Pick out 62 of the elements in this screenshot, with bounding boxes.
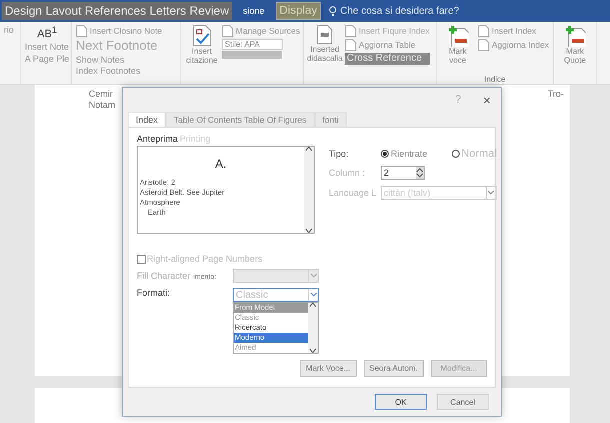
blurred-control [222, 51, 282, 60]
document-text: Notam [89, 100, 116, 110]
help-button[interactable]: ? [455, 94, 462, 106]
ribbon-label: rio [4, 25, 14, 36]
ribbon-tab[interactable]: Design Lavout References Letters Review [2, 2, 232, 20]
radio-button[interactable]: Rientrate [381, 149, 428, 159]
document-icon [76, 25, 88, 38]
close-button[interactable]: × [483, 92, 491, 108]
fill-character-label: Fill Character [137, 271, 191, 281]
document-icon [478, 39, 490, 52]
chevron-icon [310, 293, 316, 297]
ribbon-button[interactable]: Insert Index [478, 25, 550, 38]
ribbon-button[interactable]: Aggiorna Table [345, 39, 430, 52]
preview-label: Anteprima [137, 134, 178, 144]
group-label: Indice [483, 74, 507, 84]
dialog-tab[interactable]: fonti [314, 112, 347, 127]
ribbon-button[interactable]: Manage Sources [222, 25, 300, 38]
document-text: Cemir [89, 89, 114, 99]
spin-arrows-icon [416, 168, 424, 178]
dialog-button[interactable]: Seora Autom. [364, 360, 424, 377]
ribbon-label: Insert Note [25, 42, 70, 53]
tell-me-field[interactable]: Che cosa si desidera fare? [340, 6, 460, 16]
document-icon [345, 25, 357, 38]
ok-button[interactable]: OK [375, 394, 427, 410]
ribbon-tab[interactable]: sione [240, 4, 268, 18]
ribbon-button[interactable]: Aggiorna Index [478, 39, 550, 52]
next-footnote-button[interactable]: Next Footnote [76, 39, 162, 54]
language-label: Lanouage L [329, 188, 375, 198]
chevron-icon [488, 191, 494, 195]
caption-icon [317, 25, 333, 45]
chevron-icon [310, 274, 316, 278]
document-icon [222, 25, 234, 38]
ribbon-label: A Page Ple [25, 54, 70, 64]
lightbulb-icon [329, 6, 338, 16]
ribbon-large-button[interactable]: Inserted didascalia [308, 25, 342, 64]
document-text: Tro- [548, 89, 564, 101]
preview-heading: A. [215, 157, 227, 171]
ribbon-large-button[interactable]: Mark Quote [558, 25, 592, 66]
cancel-button[interactable]: Cancel [437, 394, 489, 410]
ribbon-tab[interactable]: Display [276, 2, 322, 20]
dialog-tab[interactable]: Index [128, 112, 166, 127]
columns-label: Column : [329, 168, 366, 178]
dialog-tab[interactable]: Table Of Contents Table Of Figures [166, 112, 315, 127]
columns-spinner[interactable]: 2 [381, 166, 425, 180]
right-aligned-checkbox[interactable]: Right-aligned Page Numbers [137, 254, 487, 264]
insert-note-button[interactable]: AB$^{1}$ [25, 25, 70, 42]
ribbon-button[interactable]: Insert Closino Note [76, 25, 162, 38]
ribbon-label: Show Notes [76, 54, 126, 66]
formats-label: Formati: [137, 288, 172, 298]
radio-button[interactable]: Normal [452, 148, 497, 160]
mark-entry-icon [564, 25, 586, 47]
mark-entry-icon [447, 25, 469, 47]
citation-icon [192, 25, 212, 47]
dialog-button[interactable]: Mark Voce... [300, 360, 357, 377]
ribbon-large-button[interactable]: Mark voce [441, 25, 475, 66]
type-label: Tipo: [329, 149, 350, 159]
document-icon [345, 39, 357, 52]
ribbon-large-button[interactable]: Insert citazione [185, 25, 219, 66]
document-icon [478, 25, 490, 38]
ribbon-label: Index Footnotes [76, 66, 142, 77]
ribbon-button[interactable]: Insert Fiqure Index [345, 25, 430, 38]
cross-reference-button[interactable]: Cross Reference [345, 53, 430, 64]
